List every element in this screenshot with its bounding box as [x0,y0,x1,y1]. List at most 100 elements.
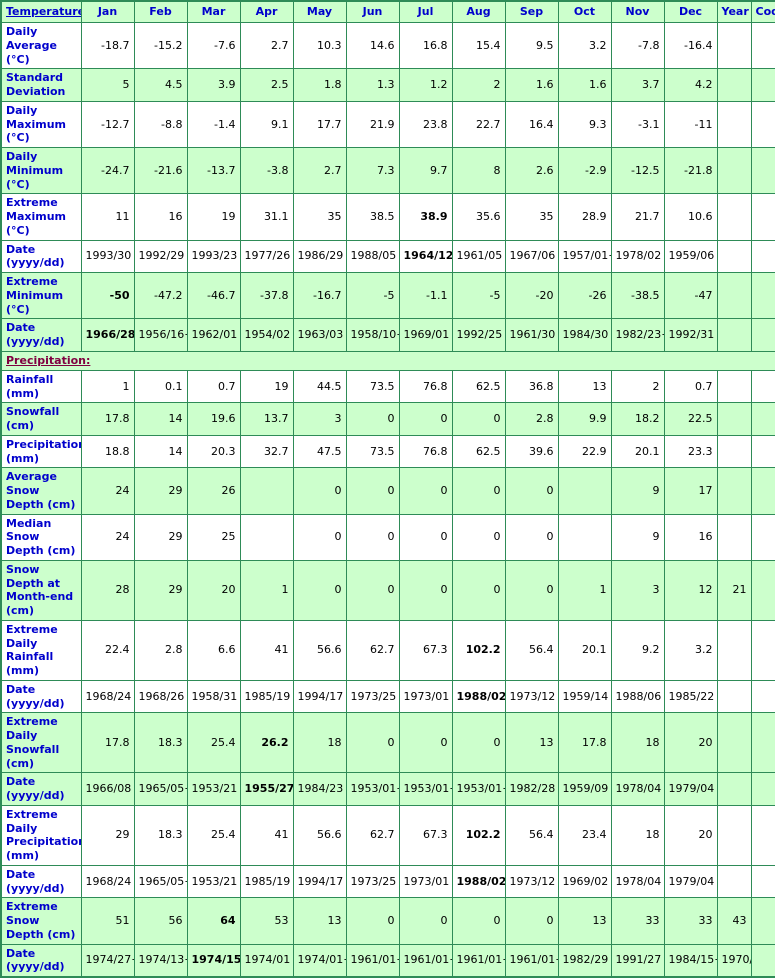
cell-oct: 1982/29 [557,943,612,978]
table-row: Extreme Daily Snowfall (cm) 17.8 18.3 25.4 2… [0,712,775,774]
cell-sep: 0 [504,467,559,515]
cell-jun: 14.6 [345,21,400,70]
row-label: Extreme Maximum (°C) [0,193,82,241]
column-header-may: May [292,0,347,23]
table-row: Extreme Maximum (°C) 11 16 19 31.1 35 38.5 38.9… [0,193,775,241]
cell-code [750,804,775,866]
cell-year [716,100,752,149]
cell-feb: 1956/16+ [133,318,188,352]
cell-apr: 19 [239,369,294,404]
cell-mar: 20 [186,559,241,621]
cell-jan: -50 [80,271,135,320]
row-label: Snowfall (cm) [0,402,82,436]
cell-dec: 4.2 [663,68,718,102]
cell-sep: 1961/30 [504,318,559,352]
cell-nov: 33 [610,897,665,945]
cell-sep: 2.8 [504,402,559,436]
cell-year [716,864,752,899]
cell-jul: 0 [398,402,453,436]
cell-jun: 38.5 [345,193,400,241]
cell-apr: 1985/19 [239,679,294,714]
cell-may: 3 [292,402,347,436]
cell-may: 10.3 [292,21,347,70]
cell-jul: 0 [398,467,453,515]
cell-may: 17.7 [292,100,347,149]
cell-year [716,318,752,352]
cell-year [716,193,752,241]
cell-nov: -3.1 [610,100,665,149]
cell-nov: 9 [610,513,665,561]
cell-oct [557,513,612,561]
cell-aug: 0 [451,559,506,621]
table-row: Standard Deviation 5 4.5 3.9 2.5 1.8 1.3 1.2 2 1.… [0,68,775,102]
cell-feb: -8.8 [133,100,188,149]
cell-aug: 15.4 [451,21,506,70]
cell-sep: 1973/12 [504,679,559,714]
cell-jan: 1968/24 [80,679,135,714]
cell-dec: 1979/04 [663,772,718,806]
cell-nov: 18 [610,712,665,774]
table-row: Extreme Daily Rainfall (mm) 22.4 2.8 6.6 41 5… [0,619,775,681]
row-label: Snow Depth at Month-end (cm) [0,559,82,621]
cell-apr: 1977/26 [239,239,294,273]
cell-apr: 31.1 [239,193,294,241]
cell-oct: 13 [557,897,612,945]
cell-may: 0 [292,513,347,561]
cell-sep: 56.4 [504,804,559,866]
cell-nov: 3 [610,559,665,621]
cell-feb: 2.8 [133,619,188,681]
cell-year: 21 [716,559,752,621]
cell-jan: 18.8 [80,434,135,469]
cell-sep: 39.6 [504,434,559,469]
row-label: Daily Minimum (°C) [0,146,82,195]
cell-year [716,239,752,273]
row-label: Extreme Daily Precipitation (mm) [0,804,82,866]
table-row: Snowfall (cm) 17.8 14 19.6 13.7 3 0 0 0 2.8 9.9 18.… [0,402,775,436]
cell-jul: 0 [398,712,453,774]
cell-oct: 20.1 [557,619,612,681]
cell-oct: 9.3 [557,100,612,149]
cell-dec: 33 [663,897,718,945]
cell-jan: 51 [80,897,135,945]
cell-nov: 1978/02 [610,239,665,273]
column-header-mar: Mar [186,0,241,23]
cell-apr: -3.8 [239,146,294,195]
cell-apr: 1954/02 [239,318,294,352]
row-label: Extreme Daily Snowfall (cm) [0,712,82,774]
column-header-feb: Feb [133,0,188,23]
cell-feb: 1992/29 [133,239,188,273]
cell-sep: 16.4 [504,100,559,149]
cell-jul: 16.8 [398,21,453,70]
cell-year [716,804,752,866]
cell-aug: 35.6 [451,193,506,241]
cell-dec: 10.6 [663,193,718,241]
cell-mar: 25.4 [186,804,241,866]
cell-oct: 13 [557,369,612,404]
cell-may: -16.7 [292,271,347,320]
cell-nov: 9.2 [610,619,665,681]
cell-jun: 1973/25 [345,864,400,899]
cell-year [716,434,752,469]
table-row: Average Snow Depth (cm)24292600000917C [0,467,775,515]
cell-jul: 0 [398,559,453,621]
cell-jan: 24 [80,467,135,515]
cell-nov: 1991/27 [610,943,665,978]
section-title-precipitation: Precipitation: [0,350,775,371]
cell-apr: 9.1 [239,100,294,149]
cell-feb: 1965/05+ [133,864,188,899]
cell-aug: 0 [451,467,506,515]
cell-code: A [750,68,775,102]
cell-aug: 1988/02 [451,679,506,714]
cell-oct: 17.8 [557,712,612,774]
cell-aug: 1961/01+ [451,943,506,978]
cell-oct: 1.6 [557,68,612,102]
cell-jul: 1964/12 [398,239,453,273]
cell-mar: 1953/21 [186,772,241,806]
cell-aug: 102.2 [451,804,506,866]
cell-nov: -7.8 [610,21,665,70]
cell-code: C [750,467,775,515]
cell-sep: 13 [504,712,559,774]
cell-jul: 67.3 [398,804,453,866]
cell-code: A [750,21,775,70]
cell-jul: 1961/01+ [398,943,453,978]
